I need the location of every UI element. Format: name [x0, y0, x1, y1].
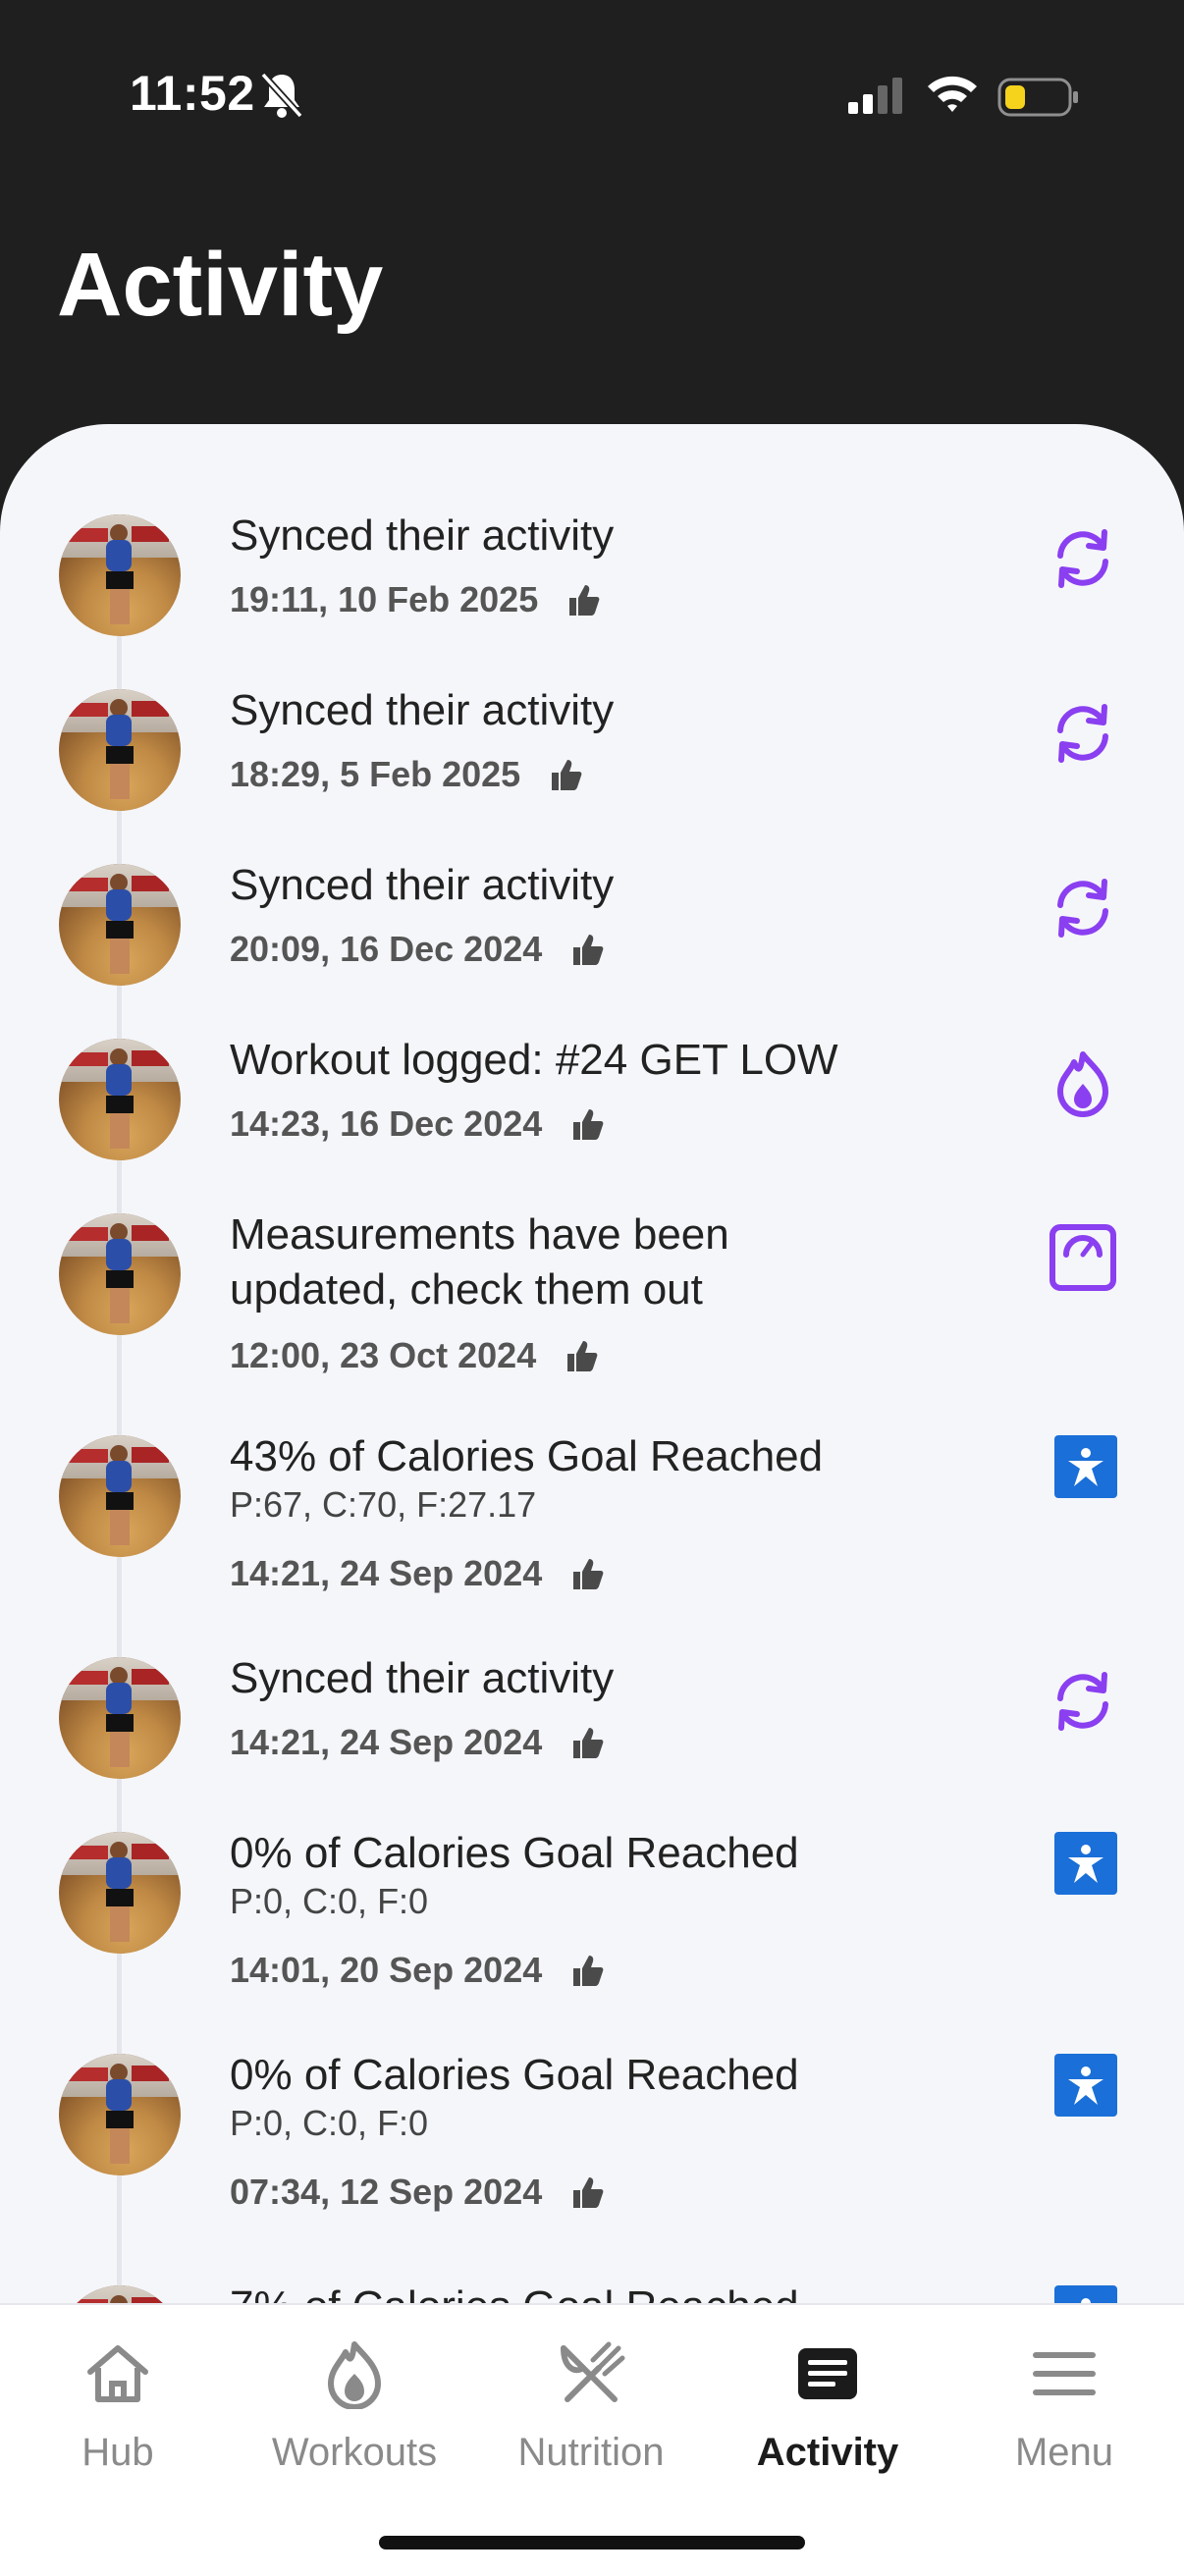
scale-icon: [1049, 1224, 1116, 1291]
feed-item-title: 43% of Calories Goal Reached: [230, 1432, 824, 1480]
feed-item-meta: 14:21, 24 Sep 2024: [230, 1553, 605, 1594]
menu-icon: [1033, 2352, 1096, 2395]
feed-item-meta: 14:01, 20 Sep 2024: [230, 1950, 605, 1991]
avatar[interactable]: [59, 864, 181, 986]
avatar[interactable]: [59, 1832, 181, 1954]
activity-feed-sheet[interactable]: Synced their activity 19:11, 10 Feb 2025…: [0, 424, 1184, 2303]
avatar[interactable]: [59, 2285, 181, 2303]
status-bar: 11:52: [0, 0, 1184, 196]
tab-activity[interactable]: Activity: [710, 2305, 945, 2501]
feed-item-timestamp: 14:01, 20 Sep 2024: [230, 1950, 543, 1990]
bell-muted-icon: [260, 72, 303, 119]
thumbs-up-icon[interactable]: [571, 1556, 605, 1591]
feed-item-macros: P:0, C:0, F:0: [230, 1881, 429, 1921]
home-indicator: [379, 2536, 805, 2549]
avatar[interactable]: [59, 1435, 181, 1557]
wifi-icon: [928, 76, 977, 112]
avatar[interactable]: [59, 1657, 181, 1779]
flame-icon: [328, 2341, 381, 2409]
feed-item-meta: 19:11, 10 Feb 2025: [230, 579, 601, 620]
thumbs-up-icon[interactable]: [565, 1338, 599, 1373]
battery-icon: [997, 78, 1078, 117]
feed-item-meta: 07:34, 12 Sep 2024: [230, 2172, 605, 2213]
avatar[interactable]: [59, 689, 181, 811]
feed-item-title: 7% of Calories Goal Reached: [230, 2280, 937, 2303]
feed-item-meta: 14:23, 16 Dec 2024: [230, 1103, 605, 1145]
thumbs-up-icon[interactable]: [571, 1725, 605, 1760]
feed-item-title: 0% of Calories Goal Reached: [230, 1829, 799, 1877]
feed-item-timestamp: 20:09, 16 Dec 2024: [230, 929, 543, 969]
feed-item-timestamp: 18:29, 5 Feb 2025: [230, 754, 521, 794]
feed-item[interactable]: Synced their activity 14:21, 24 Sep 2024: [0, 1654, 1184, 1824]
feed-item-meta: 14:21, 24 Sep 2024: [230, 1722, 605, 1763]
feed-item-title: Synced their activity: [230, 861, 615, 909]
feed-item[interactable]: 0% of Calories Goal Reached P:0, C:0, F:…: [0, 2051, 1184, 2270]
tab-label: Hub: [81, 2431, 154, 2474]
sync-icon: [1057, 879, 1108, 938]
feed-item-timestamp: 19:11, 10 Feb 2025: [230, 579, 539, 619]
feed-item-timestamp: 14:21, 24 Sep 2024: [230, 1553, 543, 1593]
feed-item-meta: 20:09, 16 Dec 2024: [230, 929, 605, 970]
feed-item-timestamp: 12:00, 23 Oct 2024: [230, 1335, 537, 1375]
fork-knife-icon: [561, 2341, 625, 2402]
thumbs-up-icon[interactable]: [571, 2174, 605, 2210]
tab-hub[interactable]: Hub: [0, 2305, 236, 2501]
tab-workouts[interactable]: Workouts: [237, 2305, 472, 2501]
tab-menu[interactable]: Menu: [946, 2305, 1182, 2501]
feed-item-timestamp: 14:21, 24 Sep 2024: [230, 1722, 543, 1762]
status-time: 11:52: [130, 66, 255, 121]
tab-label: Activity: [756, 2431, 899, 2474]
thumbs-up-icon[interactable]: [567, 582, 601, 617]
feed-item[interactable]: Synced their activity 18:29, 5 Feb 2025: [0, 686, 1184, 856]
home-icon: [87, 2345, 148, 2402]
feed-item-title: 0% of Calories Goal Reached: [230, 2051, 799, 2099]
myfitnesspal-icon: [1054, 1832, 1117, 1895]
feed-item[interactable]: Synced their activity 19:11, 10 Feb 2025: [0, 511, 1184, 681]
page-title: Activity: [57, 235, 384, 335]
feed-item-macros: P:0, C:0, F:0: [230, 2103, 429, 2143]
avatar[interactable]: [59, 514, 181, 636]
feed-item-title: Synced their activity: [230, 511, 615, 560]
feed-item-timestamp: 14:23, 16 Dec 2024: [230, 1103, 543, 1144]
feed-item-meta: 18:29, 5 Feb 2025: [230, 754, 583, 795]
sync-icon: [1057, 704, 1108, 763]
cell-signal-icon: [848, 78, 902, 114]
feed-item-macros: P:67, C:70, F:27.17: [230, 1484, 537, 1525]
avatar[interactable]: [59, 1039, 181, 1160]
feed-item-timestamp: 07:34, 12 Sep 2024: [230, 2172, 543, 2212]
thumbs-up-icon[interactable]: [571, 1953, 605, 1988]
thumbs-up-icon[interactable]: [550, 757, 583, 792]
tab-label: Menu: [1014, 2431, 1114, 2474]
tab-label: Workouts: [271, 2431, 438, 2474]
feed-item-meta: 12:00, 23 Oct 2024: [230, 1335, 599, 1376]
feed-item-title: Workout logged: #24 GET LOW: [230, 1036, 838, 1084]
tab-nutrition[interactable]: Nutrition: [473, 2305, 709, 2501]
feed-item-title: Synced their activity: [230, 1654, 615, 1702]
feed-icon: [798, 2348, 857, 2399]
avatar[interactable]: [59, 2054, 181, 2175]
feed-item[interactable]: 0% of Calories Goal Reached P:0, C:0, F:…: [0, 1829, 1184, 2048]
myfitnesspal-icon: [1054, 2054, 1117, 2117]
flame-icon: [1057, 1051, 1108, 1117]
sync-icon: [1057, 1672, 1108, 1731]
feed-item[interactable]: Synced their activity 20:09, 16 Dec 2024: [0, 861, 1184, 1031]
thumbs-up-icon[interactable]: [571, 932, 605, 967]
tab-label: Nutrition: [517, 2431, 665, 2474]
myfitnesspal-icon: [1054, 1435, 1117, 1498]
feed-item[interactable]: Workout logged: #24 GET LOW 14:23, 16 De…: [0, 1036, 1184, 1206]
myfitnesspal-icon: [1054, 2285, 1117, 2303]
sync-icon: [1057, 529, 1108, 588]
feed-item[interactable]: 43% of Calories Goal Reached P:67, C:70,…: [0, 1432, 1184, 1651]
thumbs-up-icon[interactable]: [571, 1106, 605, 1142]
feed-item-title: Synced their activity: [230, 686, 615, 734]
feed-item[interactable]: 7% of Calories Goal Reached: [0, 2282, 1184, 2303]
feed-item-title: Measurements have been updated, check th…: [230, 1210, 729, 1314]
avatar[interactable]: [59, 1213, 181, 1335]
feed-item[interactable]: Measurements have been updated, check th…: [0, 1210, 1184, 1429]
